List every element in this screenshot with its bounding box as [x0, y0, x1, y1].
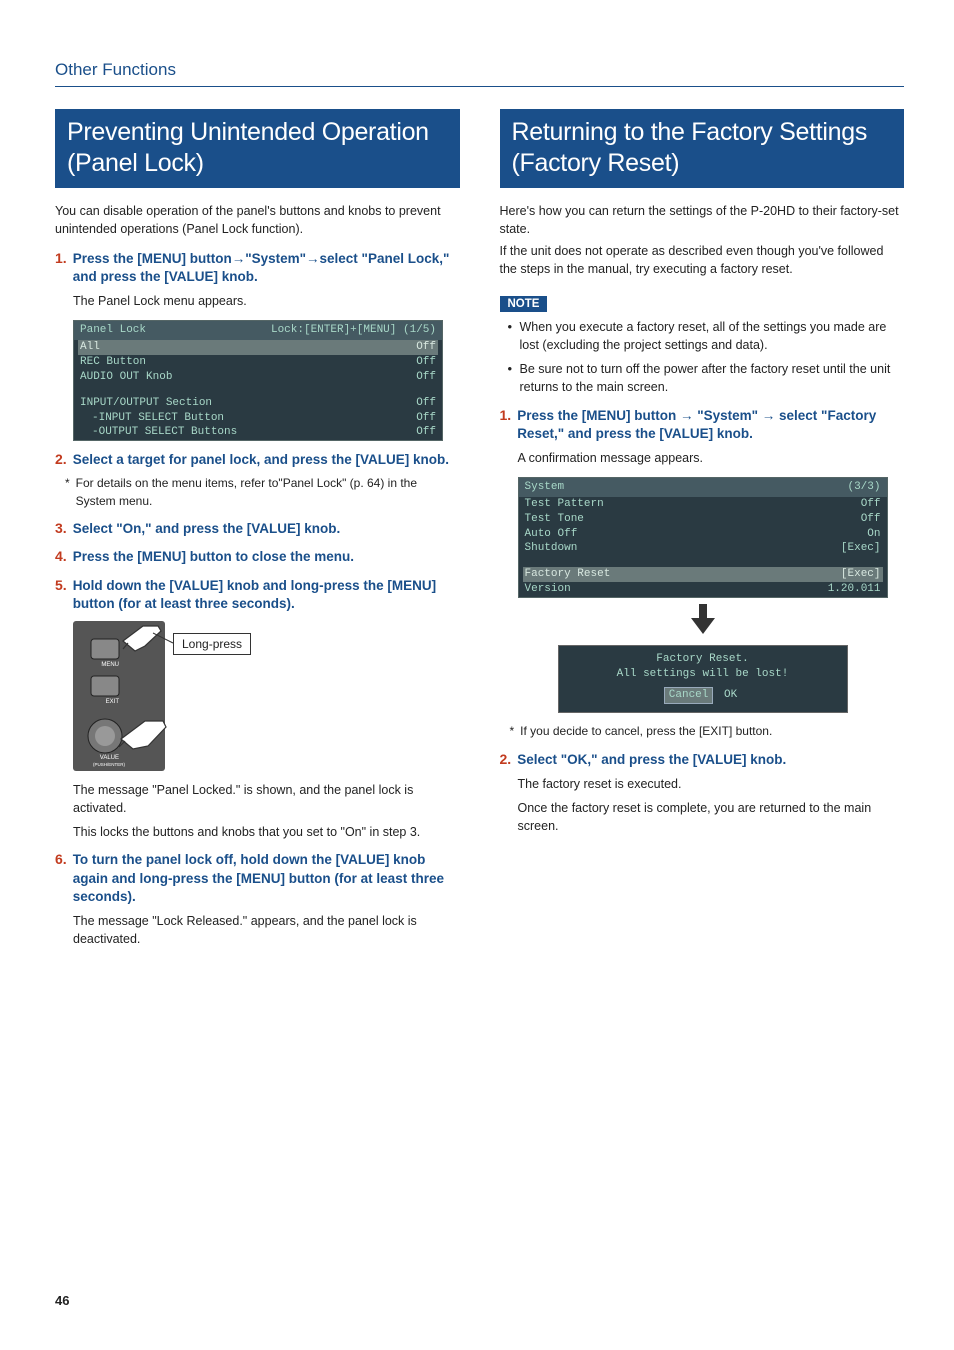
right-column: Returning to the Factory Settings (Facto… — [500, 109, 905, 954]
ss-row-l: REC Button — [80, 355, 146, 370]
step-1-body: The Panel Lock menu appears. — [73, 292, 460, 310]
right-step-1-body: A confirmation message appears. — [518, 449, 905, 467]
ss-row-l: Factory Reset — [525, 567, 611, 582]
step-number: 2. — [55, 451, 67, 469]
step-number: 6. — [55, 851, 67, 906]
left-column: Preventing Unintended Operation (Panel L… — [55, 109, 460, 954]
svg-text:(PUSH/ENTER): (PUSH/ENTER) — [93, 762, 126, 767]
step-title: To turn the panel lock off, hold down th… — [73, 851, 460, 906]
popup-line-2: All settings will be lost! — [559, 667, 847, 682]
ss-row-l: -INPUT SELECT Button — [92, 411, 224, 426]
ss-title-right: Lock:[ENTER]+[MENU] (1/5) — [271, 323, 436, 338]
confirmation-popup: Factory Reset. All settings will be lost… — [558, 645, 848, 713]
ss-title-right: (3/3) — [847, 480, 880, 495]
cancel-note: * If you decide to cancel, press the [EX… — [510, 723, 905, 740]
ss-row-l: Version — [525, 582, 571, 597]
note-item: When you execute a factory reset, all of… — [508, 318, 905, 354]
step-5: 5. Hold down the [VALUE] knob and long-p… — [55, 577, 460, 613]
ss-row-r: [Exec] — [841, 567, 881, 582]
page-number: 46 — [55, 1293, 69, 1308]
header-section-title: Other Functions — [55, 60, 904, 80]
ss-row-l: Shutdown — [525, 541, 578, 556]
note-text: For details on the menu items, refer to"… — [76, 475, 460, 510]
ss-row-l: Test Pattern — [525, 497, 604, 512]
step-number: 5. — [55, 577, 67, 613]
step-5-body-2: This locks the buttons and knobs that yo… — [73, 823, 460, 841]
panel-lock-menu-screenshot: Panel Lock Lock:[ENTER]+[MENU] (1/5) All… — [73, 320, 443, 441]
step-2: 2. Select a target for panel lock, and p… — [55, 451, 460, 469]
ss-row-r: Off — [416, 396, 436, 411]
note-item: Be sure not to turn off the power after … — [508, 360, 905, 396]
svg-text:EXIT: EXIT — [106, 699, 120, 705]
note-list: When you execute a factory reset, all of… — [508, 318, 905, 397]
step-title: Press the [MENU] button to close the men… — [73, 548, 354, 566]
note-text: If you decide to cancel, press the [EXIT… — [520, 723, 772, 740]
ss-row-r: On — [867, 527, 880, 542]
note-badge: NOTE — [500, 296, 548, 312]
step-title: Hold down the [VALUE] knob and long-pres… — [73, 577, 460, 613]
arrow-down-icon — [518, 604, 888, 639]
step-number: 3. — [55, 520, 67, 538]
popup-ok-button: OK — [720, 688, 741, 703]
step-title: Select "On," and press the [VALUE] knob. — [73, 520, 341, 538]
ss-row-l: Auto Off — [525, 527, 578, 542]
step-6: 6. To turn the panel lock off, hold down… — [55, 851, 460, 906]
right-step-1: 1. Press the [MENU] button → "System" → … — [500, 407, 905, 443]
header-rule — [55, 86, 904, 87]
svg-text:VALUE: VALUE — [100, 755, 119, 761]
right-step-2-body-2: Once the factory reset is complete, you … — [518, 799, 905, 835]
factory-reset-intro-1: Here's how you can return the settings o… — [500, 202, 905, 238]
ss-title-left: System — [525, 480, 565, 495]
ss-row-r: 1.20.011 — [828, 582, 881, 597]
ss-row-r: Off — [416, 370, 436, 385]
ss-row-l: All — [80, 340, 100, 355]
step-3: 3. Select "On," and press the [VALUE] kn… — [55, 520, 460, 538]
factory-reset-intro-2: If the unit does not operate as describe… — [500, 242, 905, 278]
popup-line-1: Factory Reset. — [559, 652, 847, 667]
step-number: 1. — [55, 250, 67, 286]
popup-cancel-button: Cancel — [664, 687, 714, 704]
ss-row-l: Test Tone — [525, 512, 584, 527]
ss-row-r: Off — [416, 355, 436, 370]
panel-lock-heading: Preventing Unintended Operation (Panel L… — [55, 109, 460, 188]
system-menu-screenshot: System (3/3) Test Pattern Off Test Tone Of… — [518, 477, 888, 598]
longpress-label: Long-press — [173, 633, 251, 655]
longpress-diagram: MENU EXIT VALUE (PUSH/ENTER) — [73, 621, 253, 771]
ss-row-r: Off — [861, 512, 881, 527]
panel-lock-intro: You can disable operation of the panel's… — [55, 202, 460, 238]
svg-text:MENU: MENU — [101, 662, 119, 668]
step-number: 1. — [500, 407, 512, 443]
step-1: 1. Press the [MENU] button→"System"→sele… — [55, 250, 460, 286]
ss-row-l: INPUT/OUTPUT Section — [80, 396, 212, 411]
factory-reset-heading: Returning to the Factory Settings (Facto… — [500, 109, 905, 188]
asterisk: * — [510, 723, 515, 740]
ss-title-left: Panel Lock — [80, 323, 146, 338]
ss-row-r: Off — [416, 340, 436, 355]
right-step-2: 2. Select "OK," and press the [VALUE] kn… — [500, 751, 905, 769]
ss-row-r: Off — [416, 425, 436, 440]
step-title: Select "OK," and press the [VALUE] knob. — [517, 751, 786, 769]
step-title: Select a target for panel lock, and pres… — [73, 451, 449, 469]
ss-row-r: Off — [861, 497, 881, 512]
ss-row-r: [Exec] — [841, 541, 881, 556]
step-title: Press the [MENU] button→"System"→select … — [73, 250, 460, 286]
step-5-body-1: The message "Panel Locked." is shown, an… — [73, 781, 460, 817]
step-title: Press the [MENU] button → "System" → sel… — [517, 407, 904, 443]
ss-row-l: AUDIO OUT Knob — [80, 370, 172, 385]
step-6-body: The message "Lock Released." appears, an… — [73, 912, 460, 948]
ss-row-l: -OUTPUT SELECT Buttons — [92, 425, 237, 440]
asterisk: * — [65, 475, 70, 510]
step-number: 2. — [500, 751, 512, 769]
ss-row-r: Off — [416, 411, 436, 426]
step-2-note: * For details on the menu items, refer t… — [65, 475, 460, 510]
right-step-2-body-1: The factory reset is executed. — [518, 775, 905, 793]
step-4: 4. Press the [MENU] button to close the … — [55, 548, 460, 566]
step-number: 4. — [55, 548, 67, 566]
